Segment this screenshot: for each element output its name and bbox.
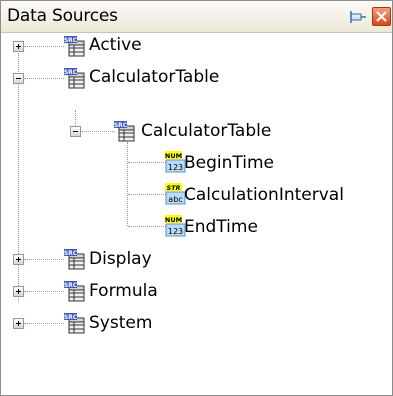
svg-text:SRC: SRC (64, 69, 78, 76)
svg-text:NUM: NUM (165, 152, 182, 160)
src-table-icon: SRC (64, 281, 85, 302)
src-table-icon: SRC (114, 121, 135, 142)
tree-connector-line (24, 46, 64, 47)
src-table-icon: SRC (64, 313, 85, 334)
data-source-tree: SRC Active SRC CalculatorTable SRC Calcu… (1, 34, 392, 364)
src-table-icon: SRC (64, 249, 85, 270)
tree-connector-line (127, 142, 128, 226)
expand-plus-icon[interactable] (13, 254, 24, 265)
pin-icon[interactable] (349, 7, 369, 27)
tree-node-label: BeginTime (184, 153, 275, 173)
src-table-icon: SRC (64, 36, 85, 57)
tree-connector-line (128, 194, 166, 195)
tree-node-label: CalculatorTable (141, 121, 272, 141)
tree-connector-line (81, 131, 115, 132)
tree-node-label: CalculationInterval (184, 185, 344, 205)
tree-node-label: Formula (89, 281, 158, 301)
tree-node-label: Active (89, 35, 142, 55)
tree-connector-line (128, 162, 166, 163)
close-icon[interactable] (372, 7, 391, 26)
expand-plus-icon[interactable] (13, 318, 24, 329)
data-sources-panel: Data Sources SRC Active SRC CalculatorTa… (0, 0, 393, 396)
svg-text:SRC: SRC (64, 314, 78, 321)
collapse-minus-icon[interactable] (13, 73, 24, 84)
num-field-icon: NUM 123 (165, 215, 186, 237)
tree-node-label: Display (89, 249, 152, 269)
svg-text:123: 123 (168, 227, 183, 236)
tree-connector-line (24, 78, 64, 79)
svg-text:STR: STR (166, 184, 180, 192)
str-field-icon: STR abc (165, 183, 186, 205)
svg-text:SRC: SRC (64, 250, 78, 257)
src-table-icon: SRC (64, 68, 85, 89)
svg-text:123: 123 (168, 163, 183, 172)
tree-connector-line (128, 226, 166, 227)
panel-titlebar: Data Sources (1, 1, 392, 33)
tree-connector-line (24, 323, 64, 324)
tree-node-label: EndTime (184, 217, 258, 237)
expand-plus-icon[interactable] (13, 286, 24, 297)
svg-text:SRC: SRC (64, 37, 78, 44)
tree-connector-line (24, 259, 64, 260)
svg-text:SRC: SRC (114, 122, 128, 129)
tree-connector-line (24, 291, 64, 292)
tree-empty-area (1, 364, 392, 395)
num-field-icon: NUM 123 (165, 151, 186, 173)
svg-text:NUM: NUM (165, 216, 182, 224)
tree-node-label: CalculatorTable (89, 67, 220, 87)
svg-text:SRC: SRC (64, 282, 78, 289)
svg-text:abc: abc (168, 195, 182, 204)
collapse-minus-icon[interactable] (70, 126, 81, 137)
expand-plus-icon[interactable] (13, 41, 24, 52)
panel-title: Data Sources (7, 6, 118, 26)
tree-node-label: System (89, 313, 153, 333)
